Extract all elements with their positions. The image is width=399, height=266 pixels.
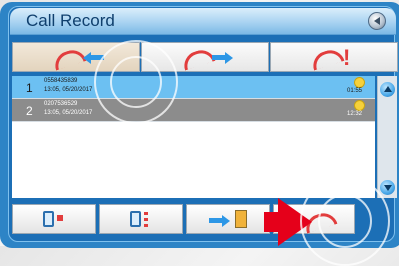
record-index: 1 (26, 81, 33, 95)
back-button[interactable] (368, 12, 386, 30)
exclamation-icon: ! (343, 45, 351, 70)
delete-one-icon (43, 211, 54, 227)
title-bar: Call Record (10, 8, 396, 35)
record-duration: 01:55 (347, 88, 363, 94)
red-x-icon (57, 215, 63, 221)
call-record-list: 1 0558435839 13:05, 05/20/2017 01:55 2 0… (12, 76, 375, 198)
record-number: 0558435839 (44, 78, 78, 84)
arrow-left-icon (83, 52, 105, 64)
arrow-right-icon (212, 52, 234, 64)
window-title: Call Record (26, 11, 115, 30)
phone-outgoing-icon (180, 46, 216, 71)
record-number: 0207536529 (44, 101, 78, 107)
phone-missed-icon (309, 46, 345, 71)
scroll-down-icon[interactable] (380, 180, 395, 195)
save-contact-icon (235, 210, 247, 228)
highlight-arrow-icon (278, 198, 312, 246)
delete-all-icon (130, 211, 141, 227)
clock-icon (354, 77, 365, 88)
record-duration: 12:32 (347, 111, 363, 117)
tab-dialed-calls[interactable] (141, 42, 269, 72)
save-to-contacts-button[interactable] (186, 204, 270, 234)
record-index: 2 (26, 104, 33, 118)
delete-record-button[interactable] (12, 204, 96, 234)
delete-all-button[interactable] (99, 204, 183, 234)
call-type-tabs: ! (12, 42, 398, 72)
list-dots-icon (144, 212, 148, 228)
scroll-up-icon[interactable] (380, 82, 395, 97)
bottom-toolbar (12, 204, 399, 236)
record-datetime: 13:05, 05/20/2017 (44, 110, 93, 116)
clock-icon (354, 100, 365, 111)
list-item[interactable]: 1 0558435839 13:05, 05/20/2017 01:55 (12, 76, 375, 99)
list-item[interactable]: 2 0207536529 13:05, 05/20/2017 12:32 (12, 99, 375, 122)
scrollbar[interactable] (377, 76, 397, 198)
arrow-right-icon (209, 215, 231, 227)
record-datetime: 13:05, 05/20/2017 (44, 87, 93, 93)
tab-missed-calls[interactable]: ! (270, 42, 398, 72)
phone-incoming-icon (51, 46, 87, 71)
tab-received-calls[interactable] (12, 42, 140, 72)
